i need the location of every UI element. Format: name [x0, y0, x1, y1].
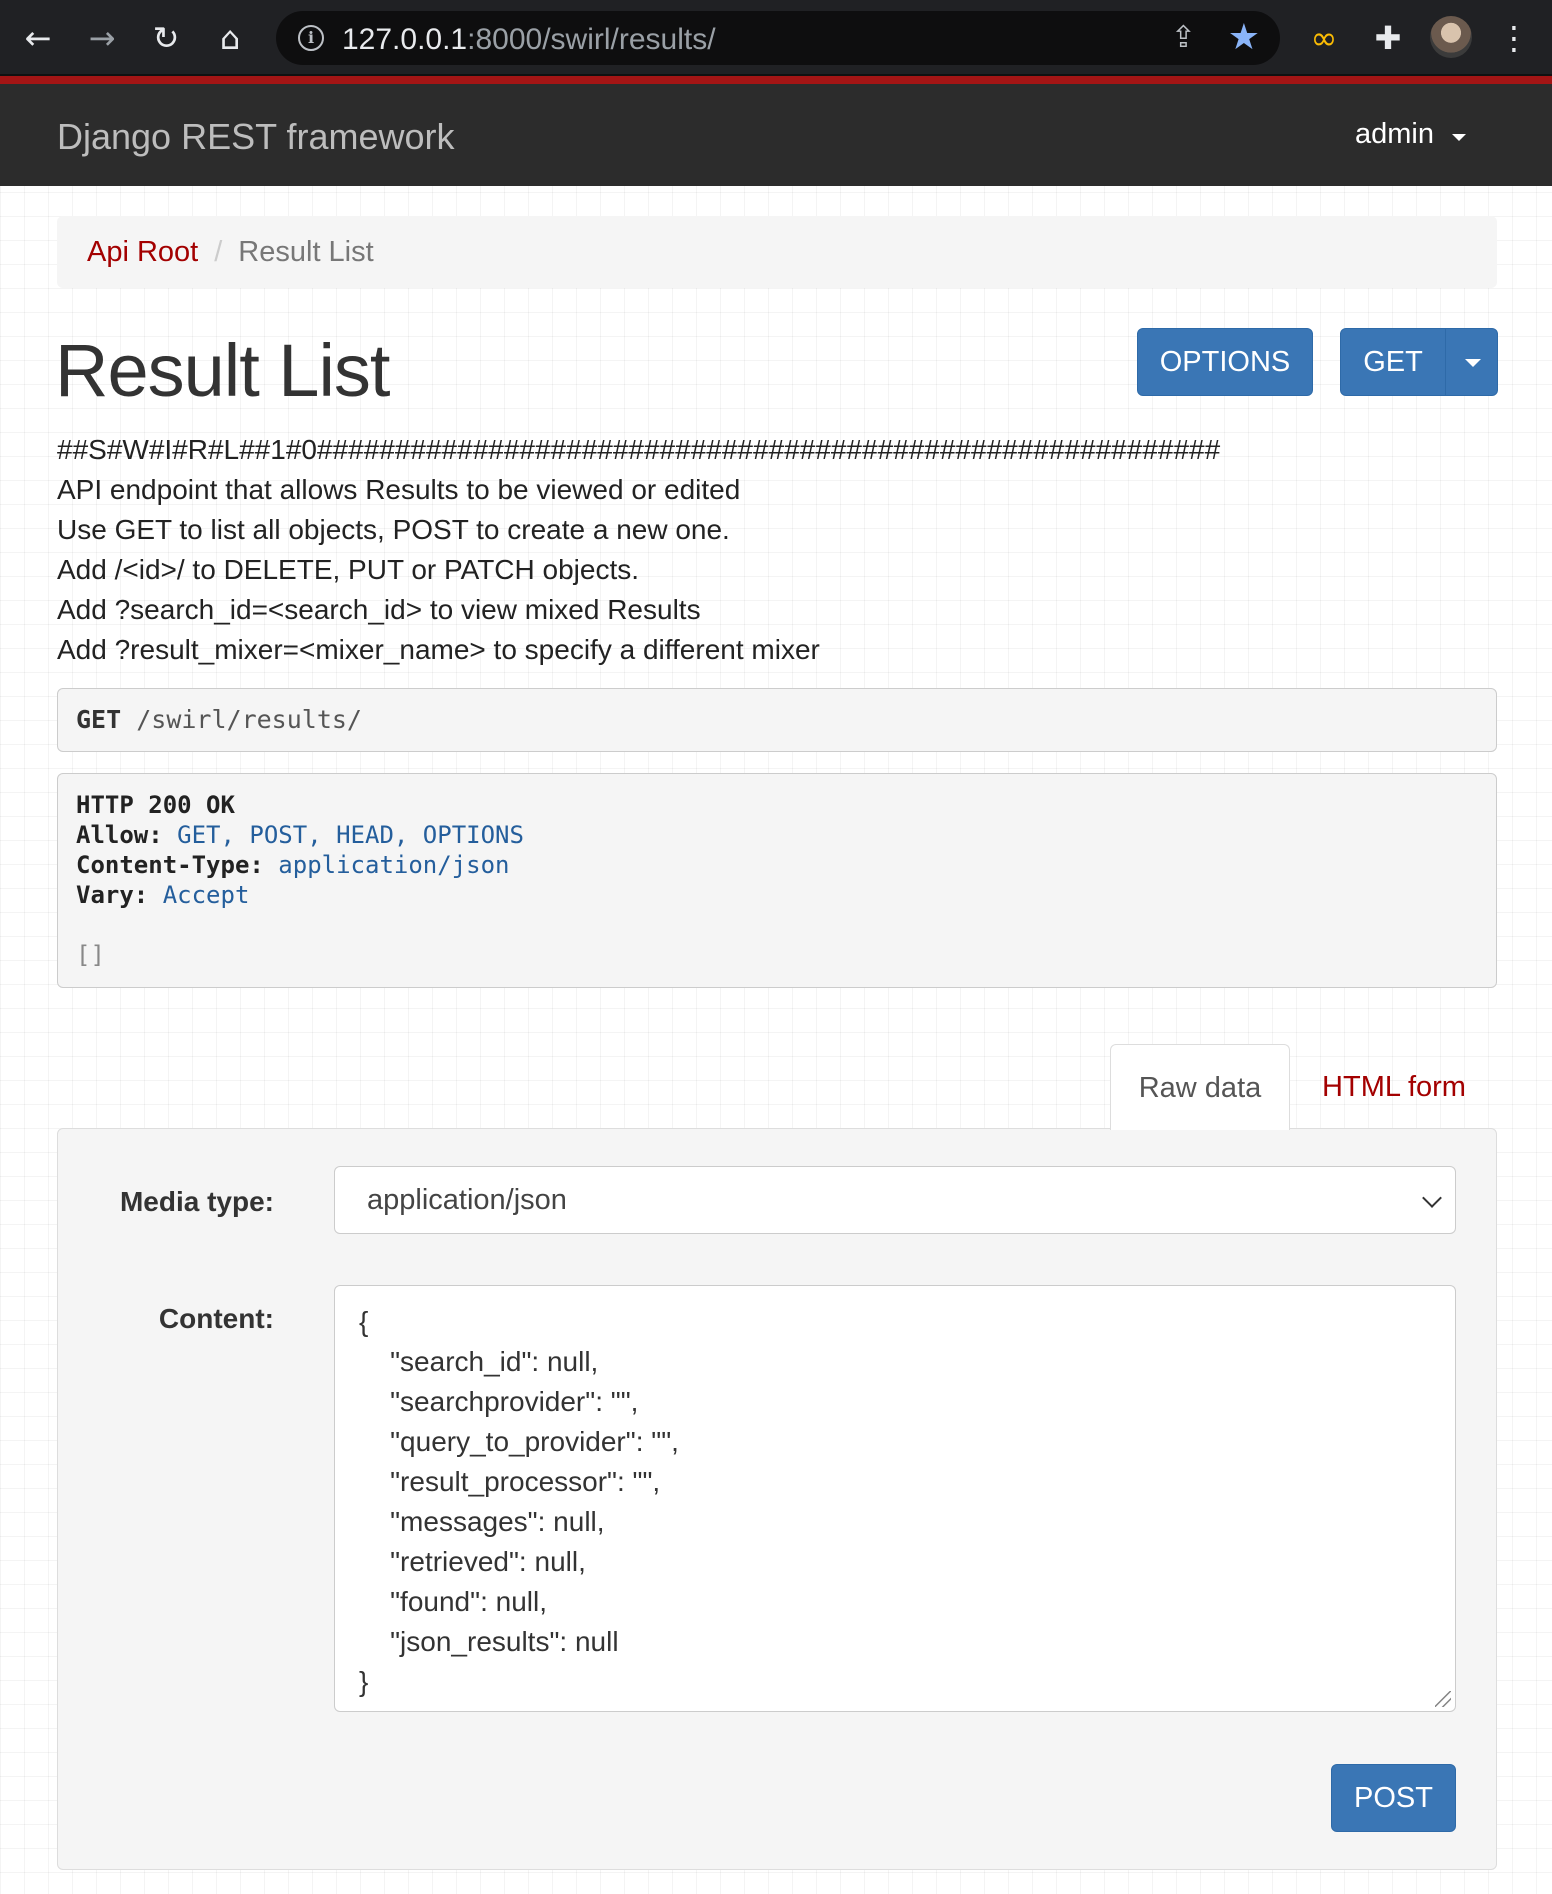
description-line: Add ?result_mixer=<mixer_name> to specif…: [57, 634, 820, 665]
caret-down-icon[interactable]: [1452, 134, 1466, 141]
link-extension-icon[interactable]: ∞: [1304, 18, 1344, 58]
resize-handle-icon[interactable]: [1435, 1691, 1451, 1707]
request-method: GET: [76, 705, 122, 734]
address-bar[interactable]: i 127.0.0.1:8000/swirl/results/ ⇪ ★: [276, 11, 1280, 65]
content-line: "retrieved": null,: [359, 1546, 586, 1577]
content-line: }: [359, 1666, 369, 1697]
content-type-value: application/json: [278, 851, 510, 879]
forward-icon[interactable]: →: [82, 18, 122, 58]
post-button[interactable]: POST: [1331, 1764, 1456, 1832]
tab-html-form[interactable]: HTML form: [1300, 1044, 1488, 1130]
request-info: GET /swirl/results/: [57, 688, 1497, 752]
description-line: Add /<id>/ to DELETE, PUT or PATCH objec…: [57, 554, 640, 585]
response-info: HTTP 200 OK Allow: GET, POST, HEAD, OPTI…: [57, 773, 1497, 988]
page-title: Result List: [55, 329, 390, 412]
content-textarea[interactable]: { "search_id": null, "searchprovider": "…: [334, 1285, 1456, 1712]
profile-avatar[interactable]: [1430, 16, 1472, 58]
breadcrumb-api-root[interactable]: Api Root: [87, 236, 198, 268]
accent-stripe: [0, 76, 1552, 84]
response-body: []: [76, 941, 105, 969]
description-line: Use GET to list all objects, POST to cre…: [57, 514, 730, 545]
allow-header-value: GET, POST, HEAD, OPTIONS: [177, 821, 524, 849]
puzzle-extensions-icon[interactable]: ✚: [1368, 18, 1408, 58]
description-line: Add ?search_id=<search_id> to view mixed…: [57, 594, 701, 625]
button-divider: [1445, 329, 1446, 395]
content-line: "result_processor": "",: [359, 1466, 661, 1497]
content-line: "messages": null,: [359, 1506, 605, 1537]
reload-icon[interactable]: ↻: [146, 18, 186, 58]
user-menu[interactable]: admin: [1355, 118, 1434, 151]
description-line: API endpoint that allows Results to be v…: [57, 474, 741, 505]
browser-toolbar: ← → ↻ ⌂ i 127.0.0.1:8000/swirl/results/ …: [0, 0, 1552, 76]
description-line: ##S#W#I#R#L##1#0########################…: [57, 434, 1221, 465]
content-line: "searchprovider": "",: [359, 1386, 639, 1417]
content-type-key: Content-Type:: [76, 851, 264, 879]
info-icon[interactable]: i: [298, 25, 324, 51]
options-button[interactable]: OPTIONS: [1137, 328, 1313, 396]
get-button-group: GET: [1340, 328, 1498, 396]
content-line: {: [359, 1306, 369, 1337]
home-icon[interactable]: ⌂: [210, 18, 250, 58]
breadcrumb: Api Root / Result List: [57, 216, 1497, 288]
vary-value: Accept: [162, 881, 250, 909]
media-type-value: application/json: [367, 1184, 567, 1216]
get-button[interactable]: GET: [1341, 329, 1445, 395]
brand-link[interactable]: Django REST framework: [57, 116, 454, 158]
user-name: admin: [1355, 118, 1434, 150]
breadcrumb-current: Result List: [238, 236, 374, 268]
content-label: Content:: [158, 1303, 274, 1334]
menu-kebab-icon[interactable]: ⋮: [1494, 18, 1534, 58]
chevron-down-icon: [1422, 1188, 1442, 1208]
navbar: Django REST framework admin: [0, 84, 1552, 186]
share-icon[interactable]: ⇪: [1171, 20, 1196, 55]
url-text[interactable]: 127.0.0.1:8000/swirl/results/: [342, 23, 716, 57]
allow-header-key: Allow:: [76, 821, 163, 849]
tab-raw-data[interactable]: Raw data: [1110, 1044, 1290, 1130]
breadcrumb-separator: /: [214, 236, 223, 268]
response-status: HTTP 200 OK: [76, 791, 235, 819]
star-icon[interactable]: ★: [1228, 17, 1260, 58]
media-type-select[interactable]: application/json: [334, 1166, 1456, 1234]
request-path: /swirl/results/: [136, 705, 362, 734]
endpoint-description: ##S#W#I#R#L##1#0########################…: [57, 430, 1220, 670]
content-line: "query_to_provider": "",: [359, 1426, 679, 1457]
get-format-dropdown-icon[interactable]: [1465, 359, 1481, 367]
content-line: "search_id": null,: [359, 1346, 599, 1377]
media-type-label: Media type:: [119, 1186, 274, 1217]
content-line: "found": null,: [359, 1586, 547, 1617]
vary-key: Vary:: [76, 881, 149, 909]
back-icon[interactable]: ←: [18, 18, 58, 58]
content-line: "json_results": null: [359, 1626, 619, 1657]
